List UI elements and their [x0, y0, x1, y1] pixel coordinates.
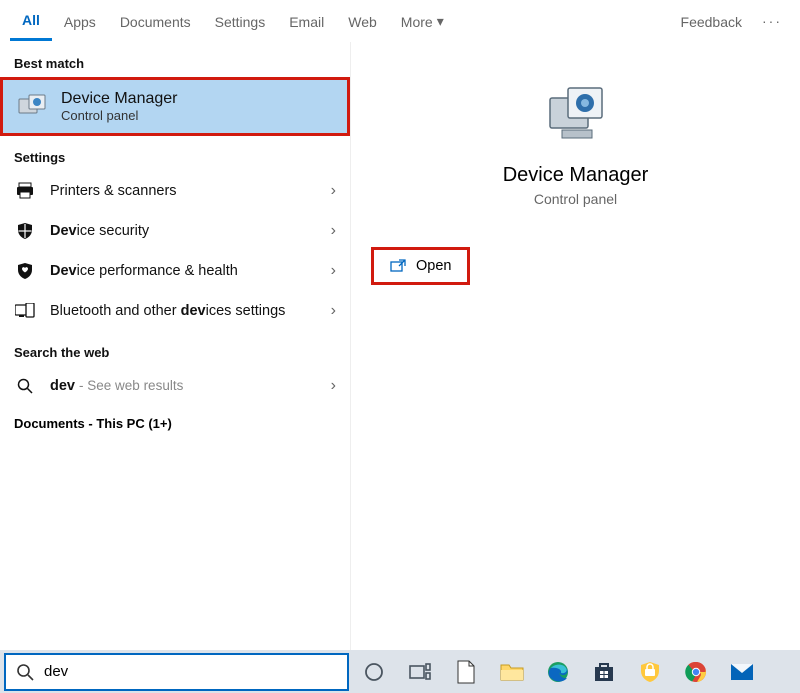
task-view-icon[interactable]	[399, 652, 441, 692]
result-device-manager[interactable]: Device Manager Control panel	[0, 77, 350, 136]
settings-item-label: Device security	[50, 223, 317, 239]
search-icon	[16, 663, 34, 681]
search-tabs: All Apps Documents Settings Email Web Mo…	[0, 0, 800, 42]
heart-shield-icon	[14, 262, 36, 280]
settings-item-printers[interactable]: Printers & scanners ›	[0, 171, 350, 211]
tab-all[interactable]: All	[10, 1, 52, 41]
open-icon	[390, 259, 406, 273]
chevron-right-icon: ›	[331, 182, 336, 200]
tab-more[interactable]: More ▾	[389, 2, 456, 40]
taskbar-search[interactable]	[4, 653, 349, 691]
chrome-icon[interactable]	[675, 652, 717, 692]
chevron-down-icon: ▾	[437, 13, 444, 30]
section-search-web: Search the web	[0, 331, 350, 366]
chevron-right-icon: ›	[331, 262, 336, 280]
search-icon	[14, 378, 36, 394]
feedback-link[interactable]: Feedback	[669, 3, 754, 40]
settings-item-label: Device performance & health	[50, 263, 317, 279]
section-best-match: Best match	[0, 42, 350, 77]
file-explorer-icon[interactable]	[491, 652, 533, 692]
chevron-right-icon: ›	[331, 377, 336, 395]
section-documents-pc[interactable]: Documents - This PC (1+)	[0, 406, 350, 441]
preview-subtitle: Control panel	[534, 191, 617, 207]
section-settings: Settings	[0, 136, 350, 171]
web-search-item[interactable]: dev - See web results ›	[0, 366, 350, 406]
cortana-icon[interactable]	[353, 652, 395, 692]
chevron-right-icon: ›	[331, 222, 336, 240]
settings-item-bluetooth[interactable]: Bluetooth and other devices settings ›	[0, 291, 350, 331]
result-subtitle: Control panel	[61, 108, 178, 123]
mail-icon[interactable]	[721, 652, 763, 692]
preview-title: Device Manager	[503, 164, 649, 187]
more-options-icon[interactable]: ···	[754, 13, 790, 29]
device-manager-large-icon	[544, 82, 608, 146]
devices-icon	[14, 303, 36, 319]
settings-item-label: Bluetooth and other devices settings	[50, 303, 317, 319]
edge-icon[interactable]	[537, 652, 579, 692]
settings-item-label: Printers & scanners	[50, 183, 317, 199]
open-label: Open	[416, 258, 451, 274]
chevron-right-icon: ›	[331, 302, 336, 320]
tab-documents[interactable]: Documents	[108, 3, 203, 40]
device-manager-icon	[17, 92, 47, 122]
preview-panel: Device Manager Control panel Open	[350, 42, 800, 650]
settings-item-device-performance[interactable]: Device performance & health ›	[0, 251, 350, 291]
printer-icon	[14, 182, 36, 200]
tab-apps[interactable]: Apps	[52, 3, 108, 40]
result-title: Device Manager	[61, 90, 178, 108]
tab-settings[interactable]: Settings	[203, 3, 278, 40]
store-icon[interactable]	[583, 652, 625, 692]
taskbar	[0, 650, 800, 693]
shield-icon	[14, 222, 36, 240]
libreoffice-icon[interactable]	[445, 652, 487, 692]
tab-web[interactable]: Web	[336, 3, 389, 40]
settings-item-device-security[interactable]: Device security ›	[0, 211, 350, 251]
tab-email[interactable]: Email	[277, 3, 336, 40]
web-search-label: dev - See web results	[50, 378, 317, 394]
results-panel: Best match Device Manager Control panel …	[0, 42, 350, 650]
search-input[interactable]	[44, 663, 337, 680]
open-button[interactable]: Open	[371, 247, 470, 285]
security-icon[interactable]	[629, 652, 671, 692]
